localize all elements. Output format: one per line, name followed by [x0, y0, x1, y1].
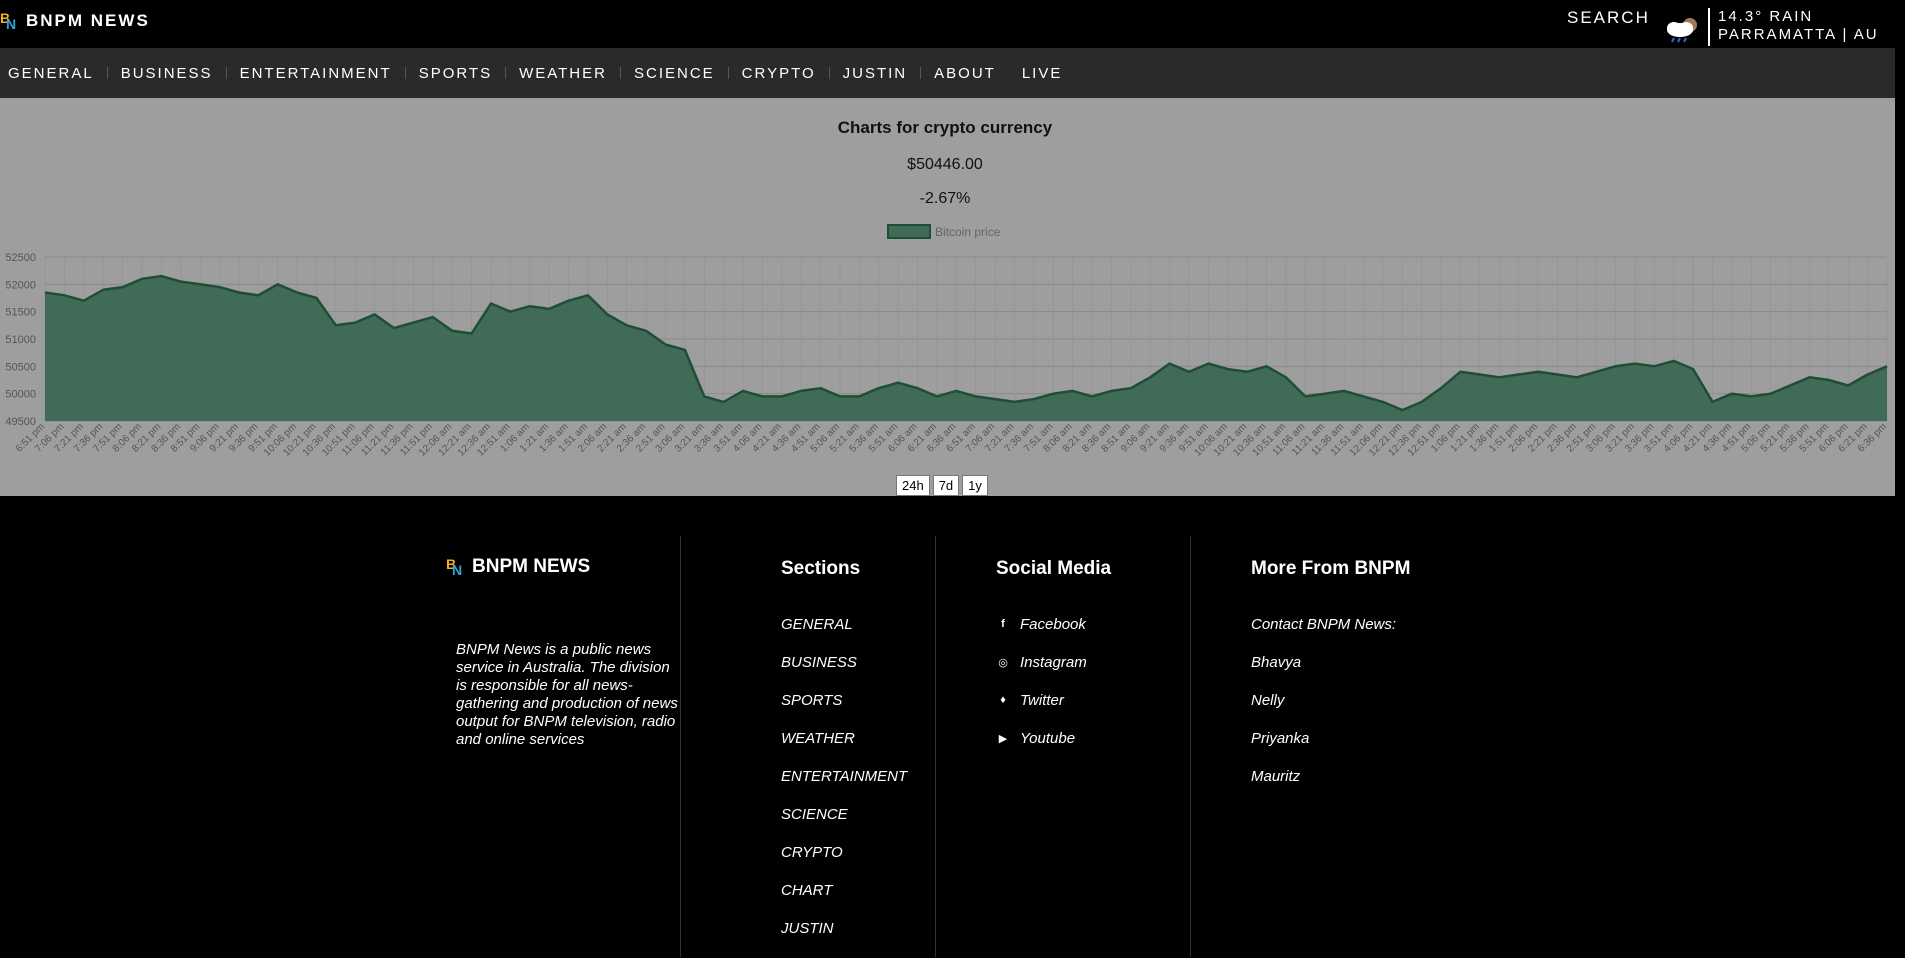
crypto-chart-section: Charts for crypto currency $50446.00 -2.…: [0, 98, 1895, 496]
nav-item-weather[interactable]: WEATHER: [519, 65, 607, 82]
contact-label: Contact BNPM News:: [1251, 616, 1397, 633]
column-divider: [680, 536, 681, 957]
nav-item-sports[interactable]: SPORTS: [419, 65, 492, 82]
y-tick-label: 50500: [5, 361, 36, 373]
price-area: [45, 276, 1887, 421]
instagram-icon: ◎: [998, 656, 1008, 669]
social-link-twitter[interactable]: ♦ Twitter: [996, 692, 1087, 730]
footer-brand-name: BNPM NEWS: [472, 556, 591, 577]
y-tick-label: 51500: [5, 307, 36, 319]
y-tick-label: 52500: [5, 252, 36, 264]
weather-location: PARRAMATTA | AU: [1718, 26, 1879, 43]
range-1y-button[interactable]: 1y: [962, 475, 988, 496]
search-button[interactable]: SEARCH: [1567, 8, 1650, 28]
nav-separator: [404, 67, 406, 79]
nav-item-general[interactable]: GENERAL: [8, 65, 94, 82]
range-24h-button[interactable]: 24h: [896, 475, 930, 496]
weather-condition: 14.3° RAIN: [1718, 8, 1814, 25]
more-list: Contact BNPM News: Bhavya Nelly Priyanka…: [1251, 616, 1396, 806]
sections-list: GENERAL BUSINESS SPORTS WEATHER ENTERTAI…: [781, 616, 907, 958]
social-link-instagram[interactable]: ◎ Instagram: [996, 654, 1087, 692]
footer-link-justin[interactable]: JUSTIN: [781, 920, 907, 958]
column-divider: [1190, 536, 1191, 957]
legend-label: Bitcoin price: [935, 225, 1001, 239]
nav-item-justin[interactable]: JUSTIN: [843, 65, 908, 82]
site-footer: B N BNPM NEWS BNPM News is a public news…: [0, 496, 1895, 957]
y-tick-label: 49500: [5, 416, 36, 428]
main-nav: GENERAL BUSINESS ENTERTAINMENT SPORTS WE…: [0, 48, 1895, 98]
nav-item-live[interactable]: LIVE: [1022, 65, 1063, 82]
footer-link-weather[interactable]: WEATHER: [781, 730, 907, 768]
weather-divider: [1708, 8, 1710, 46]
footer-link-chart[interactable]: CHART: [781, 882, 907, 920]
column-divider: [935, 536, 936, 957]
brand-name: BNPM NEWS: [26, 11, 150, 30]
nav-item-business[interactable]: BUSINESS: [121, 65, 213, 82]
nav-item-entertainment[interactable]: ENTERTAINMENT: [240, 65, 392, 82]
range-selector: 24h 7d 1y: [896, 475, 988, 496]
nav-separator: [225, 67, 227, 79]
y-tick-label: 52000: [5, 279, 36, 291]
footer-link-sports[interactable]: SPORTS: [781, 692, 907, 730]
footer-link-business[interactable]: BUSINESS: [781, 654, 907, 692]
nav-separator: [505, 67, 507, 79]
twitter-icon: ♦: [1000, 694, 1006, 706]
contact-link-mauritz[interactable]: Mauritz: [1251, 768, 1396, 806]
social-heading: Social Media: [996, 558, 1112, 579]
footer-brand[interactable]: B N BNPM NEWS: [446, 556, 590, 578]
contact-link-nelly[interactable]: Nelly: [1251, 692, 1396, 730]
nav-separator: [106, 67, 108, 79]
social-link-youtube[interactable]: ▶ Youtube: [996, 730, 1087, 768]
top-header: B N BNPM NEWS SEARCH 14.3° RAIN PARRAMAT…: [0, 0, 1895, 48]
rain-cloud-icon: [1667, 18, 1697, 43]
more-heading: More From BNPM: [1251, 558, 1411, 579]
nav-separator: [727, 67, 729, 79]
social-link-facebook[interactable]: f Facebook: [996, 616, 1087, 654]
contact-link-priyanka[interactable]: Priyanka: [1251, 730, 1396, 768]
nav-separator: [920, 67, 922, 79]
y-tick-label: 51000: [5, 334, 36, 346]
nav-item-crypto[interactable]: CRYPTO: [742, 65, 816, 82]
nav-item-about[interactable]: ABOUT: [934, 65, 996, 82]
y-tick-label: 50000: [5, 389, 36, 401]
footer-link-entertainment[interactable]: ENTERTAINMENT: [781, 768, 907, 806]
nav-item-science[interactable]: SCIENCE: [634, 65, 715, 82]
nav-separator: [619, 67, 621, 79]
footer-description: BNPM News is a public news service in Au…: [456, 641, 678, 748]
footer-link-science[interactable]: SCIENCE: [781, 806, 907, 844]
nav-separator: [828, 67, 830, 79]
logo-icon: B N: [0, 10, 17, 32]
social-list: f Facebook ◎ Instagram ♦ Twitter ▶ Youtube: [996, 616, 1087, 768]
bitcoin-price-chart: 495005000050500510005150052000525006:51 …: [5, 224, 1889, 459]
range-7d-button[interactable]: 7d: [932, 475, 960, 496]
brand-logo[interactable]: B N BNPM NEWS: [0, 10, 150, 32]
legend-swatch: [887, 224, 931, 239]
weather-widget: 14.3° RAIN PARRAMATTA | AU: [1718, 8, 1879, 44]
footer-link-general[interactable]: GENERAL: [781, 616, 907, 654]
youtube-icon: ▶: [998, 732, 1008, 745]
footer-link-crypto[interactable]: CRYPTO: [781, 844, 907, 882]
sections-heading: Sections: [781, 558, 861, 579]
facebook-icon: f: [1001, 618, 1005, 630]
contact-link-bhavya[interactable]: Bhavya: [1251, 654, 1396, 692]
logo-icon: B N: [446, 556, 463, 578]
